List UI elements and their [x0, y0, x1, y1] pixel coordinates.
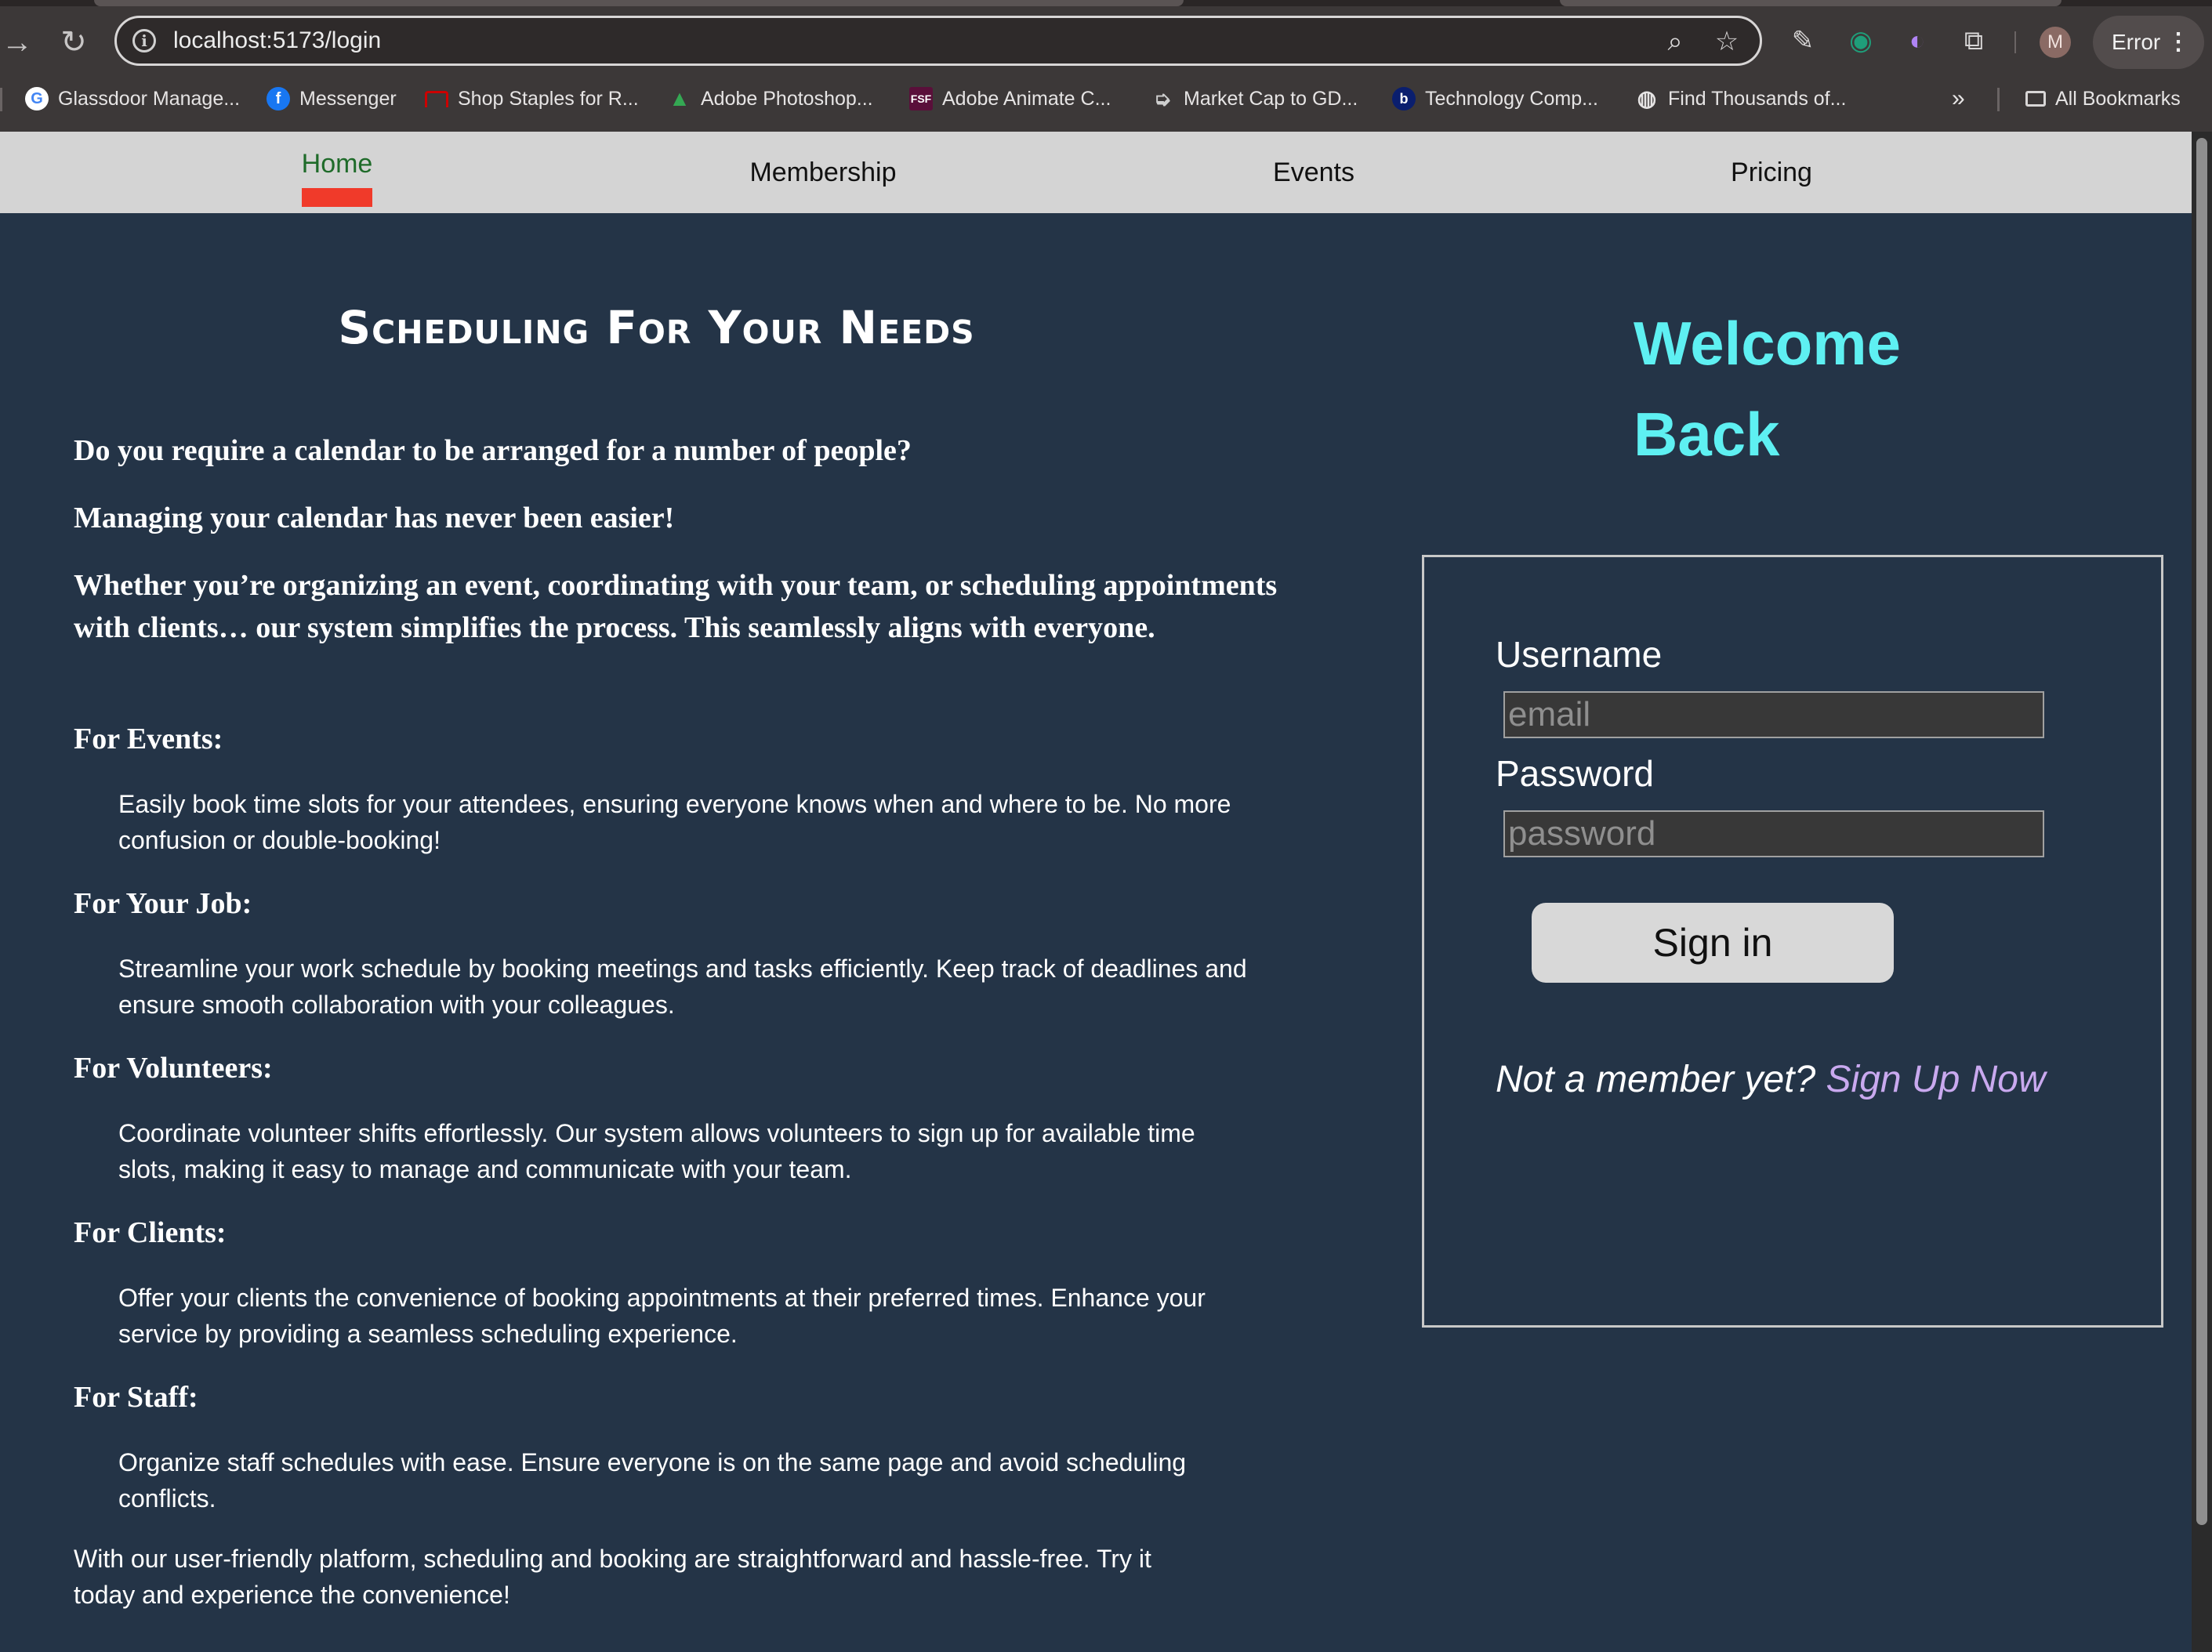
- intro-tagline: Managing your calendar has never been ea…: [74, 502, 675, 534]
- browser-chrome: → ↻ i localhost:5173/login ⌕ ☆ ✎ ◉ ◐ ⧉ M…: [0, 0, 2212, 132]
- fsf-icon: FSF: [909, 87, 933, 110]
- site-info-icon[interactable]: i: [132, 29, 156, 53]
- bookmark-star-icon[interactable]: ☆: [1711, 26, 1742, 57]
- bookmark-item[interactable]: ➭ Market Cap to GD...: [1151, 82, 1358, 116]
- section-heading-clients: For Clients:: [74, 1216, 227, 1249]
- bookmark-item[interactable]: b Technology Comp...: [1392, 82, 1598, 116]
- scrollbar-thumb[interactable]: [2196, 138, 2207, 1525]
- bookmark-label: Shop Staples for R...: [458, 87, 639, 110]
- active-nav-indicator: [302, 188, 372, 207]
- bookmark-item[interactable]: ▲ Adobe Photoshop...: [668, 82, 873, 116]
- b-icon: b: [1392, 87, 1416, 110]
- section-heading-job: For Your Job:: [74, 887, 252, 920]
- section-text-job: Streamline your work schedule by booking…: [118, 955, 1247, 1019]
- section-text-volunteers: Coordinate volunteer shifts effortlessly…: [118, 1119, 1195, 1183]
- zoom-icon[interactable]: ⌕: [1659, 26, 1691, 57]
- sign-in-button[interactable]: Sign in: [1532, 903, 1894, 983]
- section-text-clients: Offer your clients the convenience of bo…: [118, 1284, 1206, 1348]
- forward-icon[interactable]: →: [0, 20, 39, 64]
- nav-pricing[interactable]: Pricing: [1654, 132, 1889, 213]
- bookmark-item[interactable]: G Glassdoor Manage...: [25, 82, 240, 116]
- bookmark-label: Technology Comp...: [1425, 87, 1598, 110]
- bookmark-separator: [1997, 88, 2000, 111]
- page-scrollbar[interactable]: [2192, 132, 2212, 1652]
- username-field[interactable]: [1503, 691, 2044, 738]
- password-label: Password: [1496, 753, 1654, 794]
- google-drive-icon: ▲: [669, 86, 691, 110]
- bookmark-separator: [0, 88, 2, 111]
- pen-icon[interactable]: ✎: [1786, 24, 1820, 58]
- intro-question: Do you require a calendar to be arranged…: [74, 434, 912, 467]
- welcome-line-1: Welcome: [1634, 309, 1902, 378]
- error-menu-button[interactable]: Error ⋮: [2093, 16, 2204, 69]
- section-heading-volunteers: For Volunteers:: [74, 1052, 273, 1085]
- bookmark-label: Market Cap to GD...: [1184, 87, 1358, 110]
- intro-description: Whether you’re organizing an event, coor…: [74, 569, 1278, 644]
- extensions-puzzle-icon[interactable]: ⧉: [1956, 24, 1991, 58]
- tab-strip: [0, 0, 2212, 6]
- password-field[interactable]: [1503, 810, 2044, 857]
- browser-tab[interactable]: [1560, 0, 2062, 6]
- welcome-line-2: Back: [1634, 400, 1780, 469]
- profile-avatar[interactable]: M: [2040, 27, 2071, 58]
- bookmark-label: Adobe Photoshop...: [701, 87, 873, 110]
- bookmark-item[interactable]: Shop Staples for R...: [425, 82, 639, 116]
- kebab-menu-icon: ⋮: [2167, 29, 2190, 55]
- toolbar-divider: [2014, 31, 2016, 53]
- username-label: Username: [1496, 634, 1663, 675]
- section-heading-staff: For Staff:: [74, 1381, 198, 1414]
- error-label: Error: [2112, 30, 2161, 54]
- reload-icon[interactable]: ↻: [52, 20, 96, 64]
- bookmark-label: Messenger: [299, 87, 397, 110]
- bookmark-label: Glassdoor Manage...: [58, 87, 241, 110]
- nav-membership[interactable]: Membership: [705, 132, 941, 213]
- bookmark-item[interactable]: f Messenger: [267, 82, 397, 116]
- closing-text: With our user-friendly platform, schedul…: [74, 1545, 1151, 1609]
- staples-icon: [425, 90, 448, 107]
- bookmark-item[interactable]: FSF Adobe Animate C...: [909, 82, 1111, 116]
- globe-icon: ◍: [1637, 86, 1657, 110]
- welcome-heading: Welcome Back: [1634, 298, 2025, 480]
- section-text-events: Easily book time slots for your attendee…: [118, 790, 1231, 854]
- browser-tab[interactable]: [94, 0, 1184, 6]
- nav-events[interactable]: Events: [1196, 132, 1431, 213]
- market-icon: ➭: [1154, 87, 1171, 110]
- not-member-text: Not a member yet?: [1496, 1059, 1816, 1100]
- facebook-icon: f: [267, 87, 290, 110]
- google-icon: G: [25, 87, 49, 110]
- sign-up-link[interactable]: Sign Up Now: [1826, 1059, 2046, 1100]
- extension-color-icon[interactable]: ◐: [1900, 24, 1935, 58]
- bookmark-item[interactable]: ◍ Find Thousands of...: [1635, 82, 1847, 116]
- address-bar[interactable]: i localhost:5173/login ⌕ ☆: [114, 16, 1762, 66]
- address-url[interactable]: localhost:5173/login: [173, 27, 381, 54]
- more-bookmarks-chevron-icon[interactable]: »: [1952, 82, 1965, 116]
- bookmarks-bar: G Glassdoor Manage... f Messenger Shop S…: [0, 82, 2212, 116]
- section-text-staff: Organize staff schedules with ease. Ensu…: [118, 1448, 1187, 1513]
- signup-prompt: Not a member yet? Sign Up Now: [1496, 1058, 2046, 1101]
- all-bookmarks-label: All Bookmarks: [2055, 87, 2181, 110]
- folder-icon: [2025, 91, 2046, 107]
- section-heading-events: For Events:: [74, 723, 223, 755]
- all-bookmarks-button[interactable]: All Bookmarks: [2025, 82, 2181, 116]
- extension-grammar-icon[interactable]: ◉: [1844, 24, 1878, 58]
- page-title: Scheduling For Your Needs: [338, 301, 975, 354]
- bookmark-label: Find Thousands of...: [1668, 87, 1847, 110]
- bookmark-label: Adobe Animate C...: [942, 87, 1111, 110]
